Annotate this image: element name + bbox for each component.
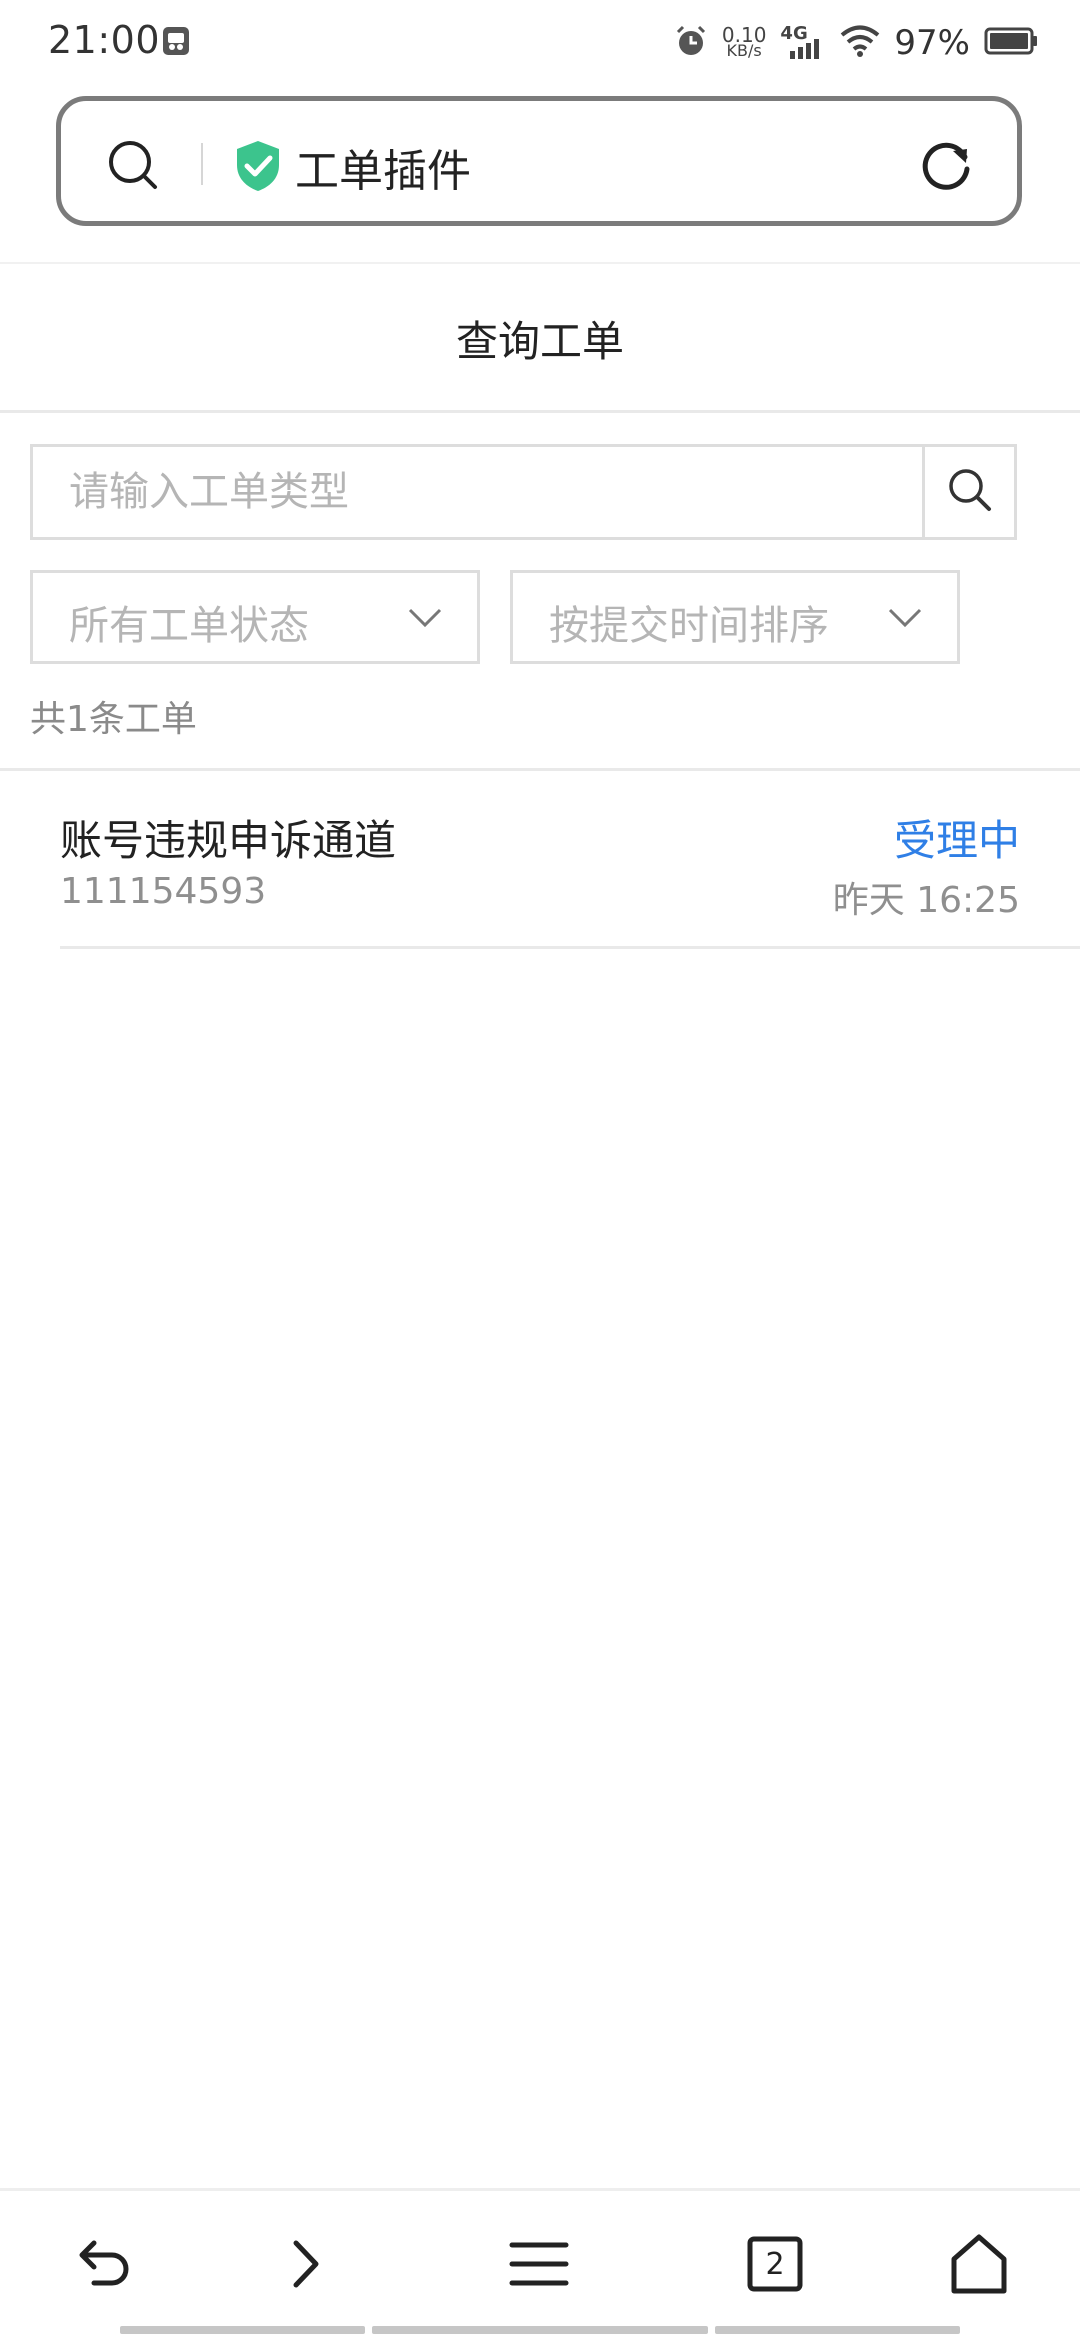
status-time: 21:00 [48,18,161,62]
tab-strip-segment [372,2326,708,2334]
alarm-icon [674,24,708,62]
app-notification-icon [162,26,190,56]
wifi-icon [840,24,880,62]
home-icon[interactable] [944,2229,1014,2299]
search-icon [947,467,993,517]
ticket-status: 受理中 [893,816,1020,865]
battery-percent: 97% [894,23,970,63]
chevron-down-icon [887,603,923,633]
ticket-id: 111154593 [60,871,267,912]
search-box [30,444,1017,540]
ticket-count: 共1条工单 [30,699,197,740]
ticket-list-item[interactable]: 账号违规申诉通道 111154593 受理中 昨天 16:25 [0,771,1080,949]
page-title: 查询工单 [455,317,624,366]
status-filter-label: 所有工单状态 [69,603,309,649]
ticket-title: 账号违规申诉通道 [60,816,397,865]
ticket-time: 昨天 16:25 [832,880,1020,921]
sort-dropdown[interactable]: 按提交时间排序 [510,570,960,664]
status-bar: 21:00 0.10 KB/s 4G 97% [0,0,1080,84]
status-indicators: 0.10 KB/s 4G 97% [674,18,1038,68]
forward-icon[interactable] [270,2229,340,2299]
search-icon[interactable] [107,139,159,191]
signal-icon: 4G [780,23,826,63]
back-icon[interactable] [68,2229,138,2299]
search-button[interactable] [922,447,1014,537]
net-speed: 0.10 KB/s [722,25,767,60]
address-bar[interactable]: 工单插件 [56,96,1022,226]
divider [0,262,1080,264]
divider [0,410,1080,413]
tabs-icon[interactable]: 2 [740,2229,810,2299]
net-speed-unit: KB/s [726,41,762,60]
status-filter-dropdown[interactable]: 所有工单状态 [30,570,480,664]
chevron-down-icon [407,603,443,633]
battery-icon [984,27,1038,59]
tab-strip-segment [120,2326,365,2334]
refresh-icon[interactable] [919,137,975,193]
ticket-type-input[interactable] [33,447,923,537]
bottom-nav: 2 [0,2191,1080,2331]
shield-check-icon [233,139,283,193]
address-title[interactable]: 工单插件 [295,135,471,199]
tab-strip-segment [715,2326,960,2334]
sort-label: 按提交时间排序 [549,603,829,649]
address-divider [201,143,203,185]
divider [60,946,1080,949]
tab-count: 2 [765,2246,785,2282]
menu-icon[interactable] [504,2229,574,2299]
